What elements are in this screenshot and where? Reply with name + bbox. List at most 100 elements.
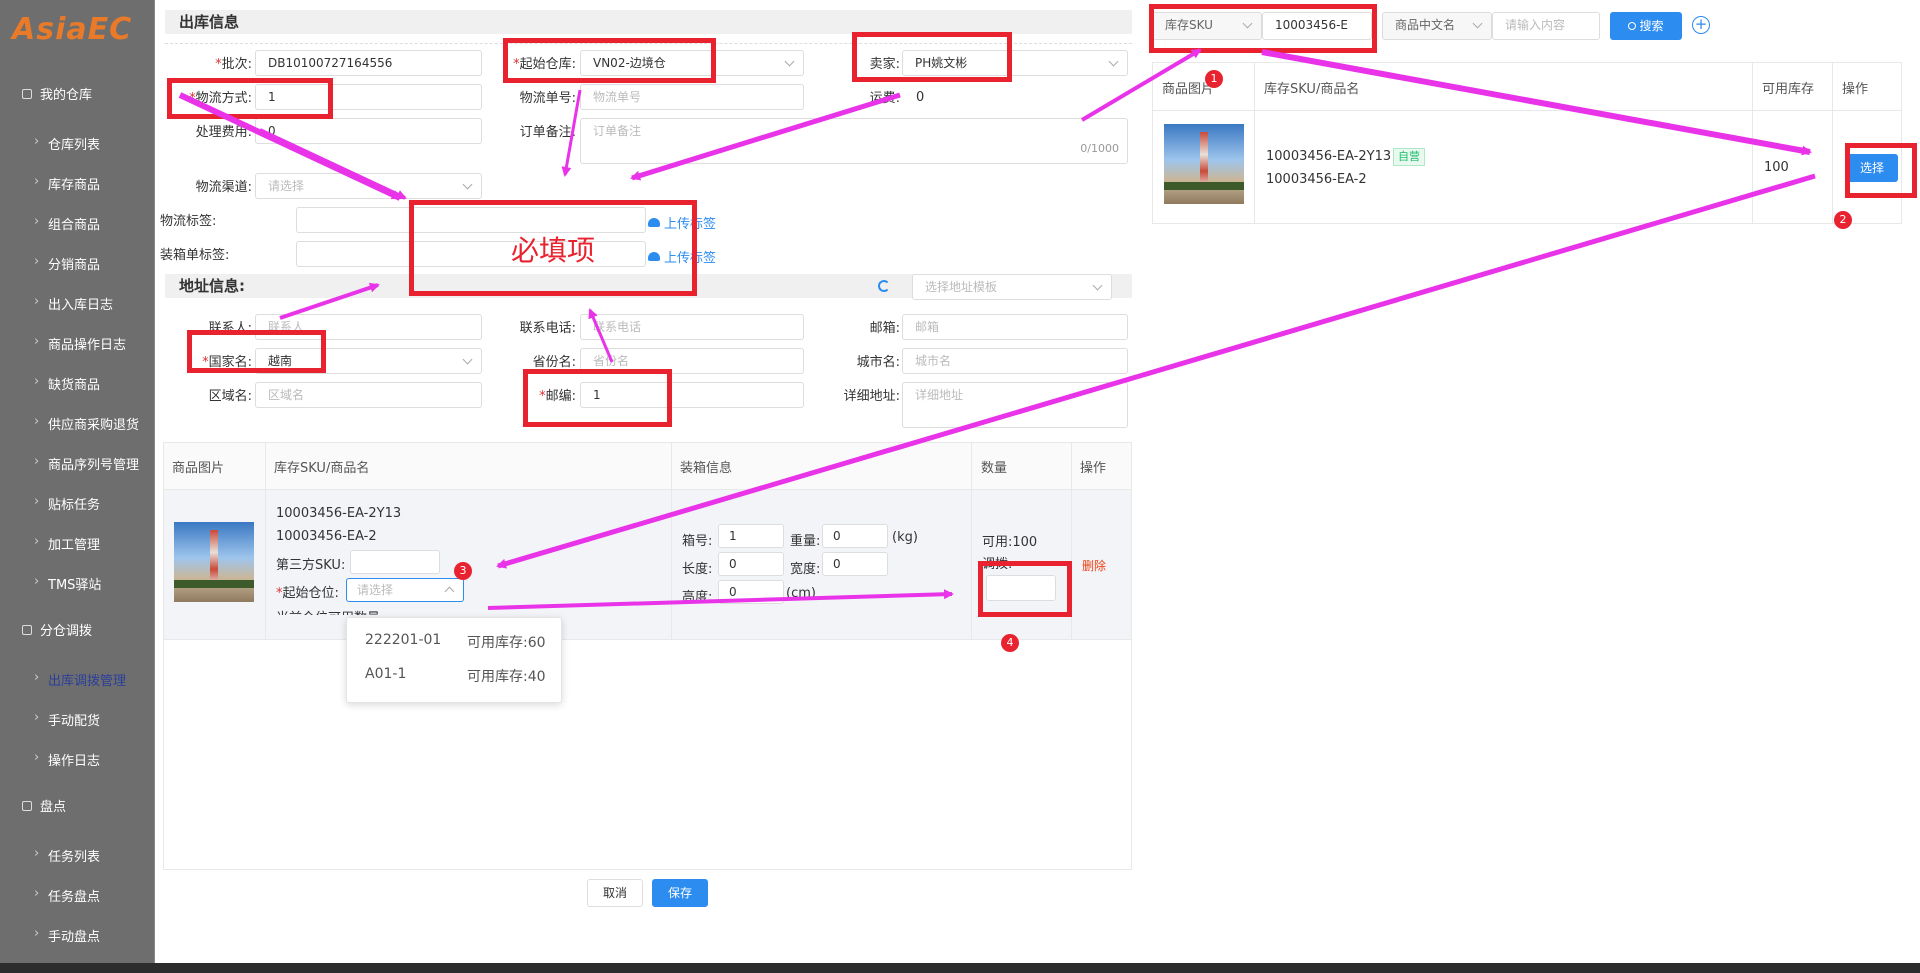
sidebar-item-warehouse-list[interactable]: 仓库列表 — [34, 134, 100, 153]
refresh-icon[interactable] — [878, 280, 890, 292]
fee-field[interactable]: 0 — [255, 118, 482, 144]
save-button[interactable]: 保存 — [652, 879, 708, 907]
sidebar-item-outbound-transfer[interactable]: 出库调拨管理 — [34, 670, 126, 689]
sidebar-item-task-count[interactable]: 任务盘点 — [34, 886, 100, 905]
row-sku: 10003456-EA-2Y13 — [276, 506, 402, 521]
chevron-down-icon — [1108, 56, 1119, 67]
name-search-input[interactable]: 请输入内容 — [1492, 12, 1600, 40]
header-qty: 数量 — [981, 461, 1008, 476]
width-input[interactable]: 0 — [822, 552, 888, 576]
length-input[interactable]: 0 — [718, 552, 784, 576]
height-input[interactable]: 0 — [718, 580, 784, 604]
fee-label: 处理费用: — [195, 125, 252, 140]
cancel-button[interactable]: 取消 — [587, 879, 643, 907]
phone-input[interactable]: 联系电话 — [580, 314, 804, 340]
remark-textarea[interactable]: 订单备注 0/1000 — [580, 118, 1128, 164]
email-input[interactable]: 邮箱 — [902, 314, 1128, 340]
sidebar-item-io-log[interactable]: 出入库日志 — [34, 294, 113, 313]
delete-link[interactable]: 删除 — [1082, 557, 1106, 574]
result-header-sku: 库存SKU/商品名 — [1264, 82, 1360, 97]
annotation-box — [852, 32, 1012, 82]
detail-address-label: 详细地址: — [843, 389, 900, 404]
available-qty: 可用:100 — [982, 535, 1038, 550]
cm-unit: (cm) — [786, 586, 816, 601]
result-sku: 10003456-EA-2Y13 — [1266, 149, 1392, 164]
packing-label-label: 装箱单标签: — [160, 248, 230, 263]
annotation-box — [523, 369, 672, 427]
third-sku-input[interactable] — [350, 550, 440, 574]
add-icon[interactable]: + — [1692, 16, 1710, 34]
logistics-label-label: 物流标签: — [160, 214, 217, 229]
box-input[interactable]: 1 — [718, 524, 784, 548]
freight-label: 运费: — [869, 91, 900, 106]
start-location-select[interactable]: 请选择 — [346, 578, 464, 602]
sidebar-group-warehouse[interactable]: 我的仓库 — [22, 84, 92, 103]
search-button[interactable]: 搜索 — [1610, 12, 1682, 40]
province-label: 省份名: — [532, 355, 576, 370]
sidebar-item-manual-count[interactable]: 手动盘点 — [34, 926, 100, 945]
sidebar-item-serial[interactable]: 商品序列号管理 — [34, 454, 139, 473]
annotation-box — [187, 330, 326, 373]
remark-label: 订单备注: — [519, 125, 576, 140]
header-image: 商品图片 — [172, 461, 225, 476]
annotation-box — [1149, 4, 1377, 53]
sidebar-item-label-task[interactable]: 贴标任务 — [34, 494, 100, 513]
freight-field[interactable]: 0 — [916, 90, 924, 105]
sidebar-item-manual-allocation[interactable]: 手动配货 — [34, 710, 100, 729]
box-label: 箱号: — [682, 534, 713, 549]
length-label: 长度: — [682, 562, 713, 577]
sidebar-group-inventory[interactable]: 盘点 — [22, 796, 66, 815]
start-loc-label: *起始仓位: — [276, 586, 339, 601]
chevron-down-icon — [462, 354, 473, 365]
annotation-box — [167, 78, 333, 119]
weight-input[interactable]: 0 — [822, 524, 888, 548]
detail-address-textarea[interactable]: 详细地址 — [902, 382, 1128, 428]
city-label: 城市名: — [856, 355, 900, 370]
header-packing: 装箱信息 — [680, 461, 733, 476]
annotation-box — [1845, 143, 1917, 198]
sidebar-group-transfer[interactable]: 分仓调拨 — [22, 620, 92, 639]
current-qty-label: 当前仓位可用数量: — [276, 607, 384, 615]
step-badge: 2 — [1834, 211, 1852, 229]
phone-label: 联系电话: — [519, 321, 576, 336]
third-sku-label: 第三方SKU: — [276, 558, 346, 573]
batch-field[interactable]: DB10100727164556 — [255, 50, 482, 76]
self-operated-tag: 自营 — [1393, 148, 1425, 166]
result-product-image — [1164, 124, 1244, 204]
chevron-down-icon — [462, 179, 473, 190]
sidebar-item-goods-log[interactable]: 商品操作日志 — [34, 334, 126, 353]
eye-icon — [22, 800, 32, 811]
tracking-input[interactable]: 物流单号 — [580, 84, 804, 110]
product-image — [174, 522, 254, 602]
step-badge: 4 — [1001, 634, 1019, 652]
result-header-actions: 操作 — [1842, 82, 1869, 97]
channel-label: 物流渠道: — [195, 180, 252, 195]
required-note-box: 必填项 — [409, 200, 697, 296]
search-icon — [1628, 22, 1637, 30]
weight-label: 重量: — [790, 534, 821, 549]
city-input[interactable]: 城市名 — [902, 348, 1128, 374]
district-input[interactable]: 区域名 — [255, 382, 482, 408]
sidebar: AsiaEC 我的仓库 仓库列表 库存商品 组合商品 分销商品 出入库日志 商品… — [0, 0, 154, 973]
logo: AsiaEC — [12, 12, 133, 47]
sidebar-item-shortage[interactable]: 缺货商品 — [34, 374, 100, 393]
email-label: 邮箱: — [869, 321, 900, 336]
row-name: 10003456-EA-2 — [276, 529, 377, 544]
sidebar-item-distribution-goods[interactable]: 分销商品 — [34, 254, 100, 273]
sidebar-item-stock-goods[interactable]: 库存商品 — [34, 174, 100, 193]
chevron-down-icon — [784, 56, 795, 67]
chevron-down-icon — [1472, 18, 1483, 29]
header-actions: 操作 — [1080, 461, 1107, 476]
sidebar-item-tms[interactable]: TMS驿站 — [34, 574, 102, 593]
sidebar-item-operation-log[interactable]: 操作日志 — [34, 750, 100, 769]
name-field-select[interactable]: 商品中文名 — [1382, 12, 1492, 40]
taskbar — [0, 963, 1920, 973]
address-template-select[interactable]: 选择地址模板 — [912, 274, 1112, 300]
sidebar-item-supplier-return[interactable]: 供应商采购退货 — [34, 414, 139, 433]
height-label: 高度: — [682, 590, 713, 605]
sidebar-item-combo-goods[interactable]: 组合商品 — [34, 214, 100, 233]
sidebar-item-task-list[interactable]: 任务列表 — [34, 846, 100, 865]
channel-select[interactable]: 请选择 — [255, 173, 482, 199]
result-stock: 100 — [1764, 160, 1789, 175]
sidebar-item-processing[interactable]: 加工管理 — [34, 534, 100, 553]
